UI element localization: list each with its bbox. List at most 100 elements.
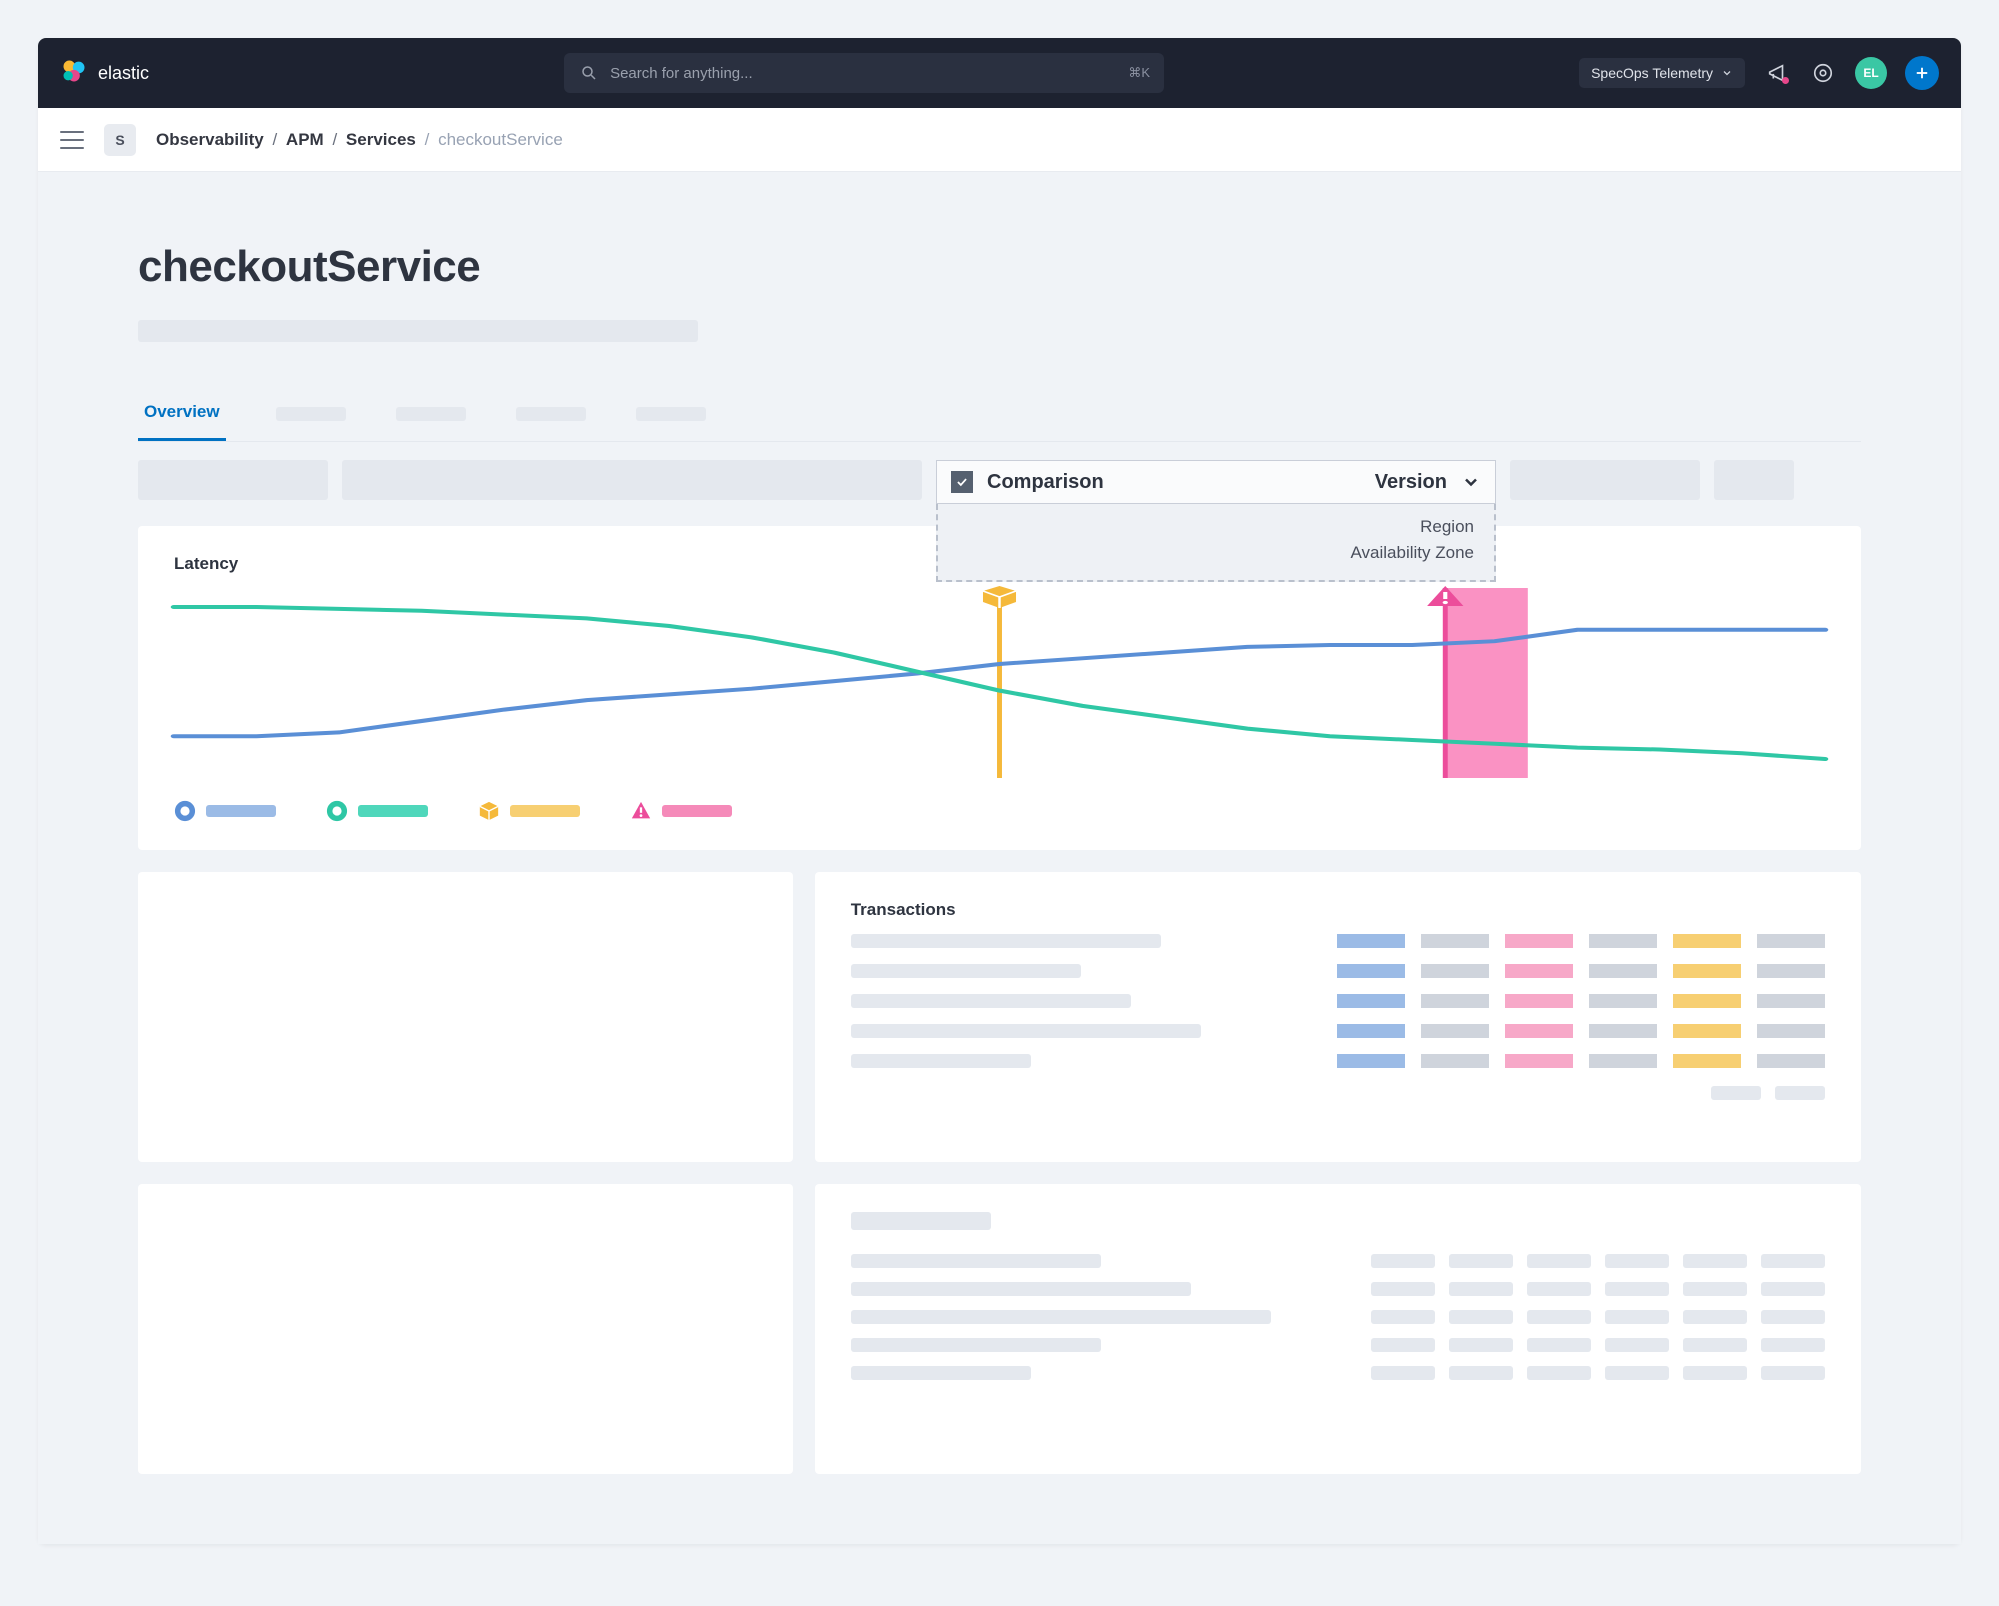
table-row — [851, 1310, 1825, 1324]
cell-placeholder — [1683, 1310, 1747, 1324]
cell-placeholder — [1683, 1254, 1747, 1268]
brand-name: elastic — [98, 63, 149, 84]
workspace-name: SpecOps Telemetry — [1591, 65, 1713, 81]
filter-placeholder[interactable] — [138, 460, 328, 500]
tab-placeholder[interactable] — [276, 407, 346, 421]
row-name-placeholder — [851, 1282, 1191, 1296]
crumb-current: checkoutService — [438, 130, 563, 149]
filter-row: Comparison Version Region Availability Z… — [138, 460, 1861, 504]
pager-placeholder[interactable] — [1711, 1086, 1761, 1100]
cell-placeholder — [1605, 1310, 1669, 1324]
pager-placeholder[interactable] — [1775, 1086, 1825, 1100]
tab-placeholder[interactable] — [516, 407, 586, 421]
filter-placeholder[interactable] — [1714, 460, 1794, 500]
tx-cell-placeholder — [1421, 1024, 1489, 1038]
cell-placeholder — [1449, 1310, 1513, 1324]
tx-cell-placeholder — [1337, 994, 1405, 1008]
tx-cell-placeholder — [1337, 964, 1405, 978]
legend-swatch — [206, 805, 276, 817]
crumb-apm[interactable]: APM — [286, 130, 324, 149]
row-name-placeholder — [851, 1338, 1101, 1352]
cell-placeholder — [1683, 1366, 1747, 1380]
legend-item[interactable] — [478, 800, 580, 822]
tabs: Overview — [138, 402, 1861, 442]
comparison-selected: Version — [1375, 471, 1447, 494]
table-row — [851, 1338, 1825, 1352]
search-kbd-hint: ⌘K — [1128, 65, 1150, 81]
tx-cell-placeholder — [1337, 934, 1405, 948]
subtitle-placeholder — [138, 320, 698, 342]
table-row[interactable] — [851, 964, 1825, 978]
tx-cell-placeholder — [1505, 1024, 1573, 1038]
help-icon[interactable] — [1809, 59, 1837, 87]
tab-placeholder[interactable] — [636, 407, 706, 421]
tx-cell-placeholder — [1421, 934, 1489, 948]
space-badge[interactable]: S — [104, 124, 136, 156]
tx-cell-placeholder — [1673, 964, 1741, 978]
tx-cell-placeholder — [1589, 1024, 1657, 1038]
tx-cell-placeholder — [1757, 964, 1825, 978]
breadcrumb-bar: S Observability / APM / Services / check… — [38, 108, 1961, 172]
search-placeholder: Search for anything... — [610, 65, 753, 82]
cell-placeholder — [1371, 1338, 1435, 1352]
legend-swatch — [662, 805, 732, 817]
table-row — [851, 1282, 1825, 1296]
cell-placeholder — [1605, 1282, 1669, 1296]
comparison-checkbox[interactable] — [951, 471, 973, 493]
table-row[interactable] — [851, 934, 1825, 948]
circle-icon — [326, 800, 348, 822]
cell-placeholder — [1527, 1254, 1591, 1268]
cell-placeholder — [1449, 1366, 1513, 1380]
crumb-observability[interactable]: Observability — [156, 130, 264, 149]
brand-logo[interactable]: elastic — [60, 57, 149, 90]
panel-title-placeholder — [851, 1212, 991, 1230]
cell-placeholder — [1761, 1254, 1825, 1268]
legend-item[interactable] — [630, 800, 732, 822]
tx-cell-placeholder — [1589, 1054, 1657, 1068]
tx-cell-placeholder — [1673, 994, 1741, 1008]
tx-cell-placeholder — [1421, 994, 1489, 1008]
filter-placeholder[interactable] — [342, 460, 922, 500]
row-name-placeholder — [851, 1254, 1101, 1268]
cell-placeholder — [1761, 1282, 1825, 1296]
tx-cell-placeholder — [1673, 1024, 1741, 1038]
add-button[interactable] — [1905, 56, 1939, 90]
transactions-panel: Transactions — [815, 872, 1861, 1162]
cell-placeholder — [1527, 1338, 1591, 1352]
left-panel-placeholder — [138, 872, 793, 1162]
check-icon — [955, 475, 969, 489]
comparison-selector[interactable]: Comparison Version — [936, 460, 1496, 504]
news-icon[interactable] — [1763, 59, 1791, 87]
tx-cell-placeholder — [1589, 994, 1657, 1008]
generic-table-panel — [815, 1184, 1861, 1474]
tx-cell-placeholder — [1757, 1054, 1825, 1068]
table-row[interactable] — [851, 994, 1825, 1008]
cell-placeholder — [1683, 1338, 1747, 1352]
table-row — [851, 1366, 1825, 1380]
comparison-option-region[interactable]: Region — [958, 514, 1474, 540]
tx-name-placeholder — [851, 1024, 1201, 1038]
tab-placeholder[interactable] — [396, 407, 466, 421]
cell-placeholder — [1527, 1310, 1591, 1324]
tx-cell-placeholder — [1589, 934, 1657, 948]
tab-overview[interactable]: Overview — [138, 402, 226, 441]
breadcrumb: Observability / APM / Services / checkou… — [156, 130, 563, 150]
tx-name-placeholder — [851, 964, 1081, 978]
user-avatar[interactable]: EL — [1855, 57, 1887, 89]
table-row[interactable] — [851, 1054, 1825, 1068]
table-row[interactable] — [851, 1024, 1825, 1038]
cell-placeholder — [1449, 1338, 1513, 1352]
nav-toggle[interactable] — [60, 131, 84, 149]
cell-placeholder — [1371, 1254, 1435, 1268]
workspace-switcher[interactable]: SpecOps Telemetry — [1579, 58, 1745, 88]
plus-icon — [1913, 64, 1931, 82]
filter-placeholder[interactable] — [1510, 460, 1700, 500]
legend-item[interactable] — [326, 800, 428, 822]
cell-placeholder — [1371, 1310, 1435, 1324]
comparison-option-az[interactable]: Availability Zone — [958, 540, 1474, 566]
tx-cell-placeholder — [1505, 1054, 1573, 1068]
left-panel-placeholder — [138, 1184, 793, 1474]
crumb-services[interactable]: Services — [346, 130, 416, 149]
legend-item[interactable] — [174, 800, 276, 822]
global-search[interactable]: Search for anything... ⌘K — [564, 53, 1164, 93]
